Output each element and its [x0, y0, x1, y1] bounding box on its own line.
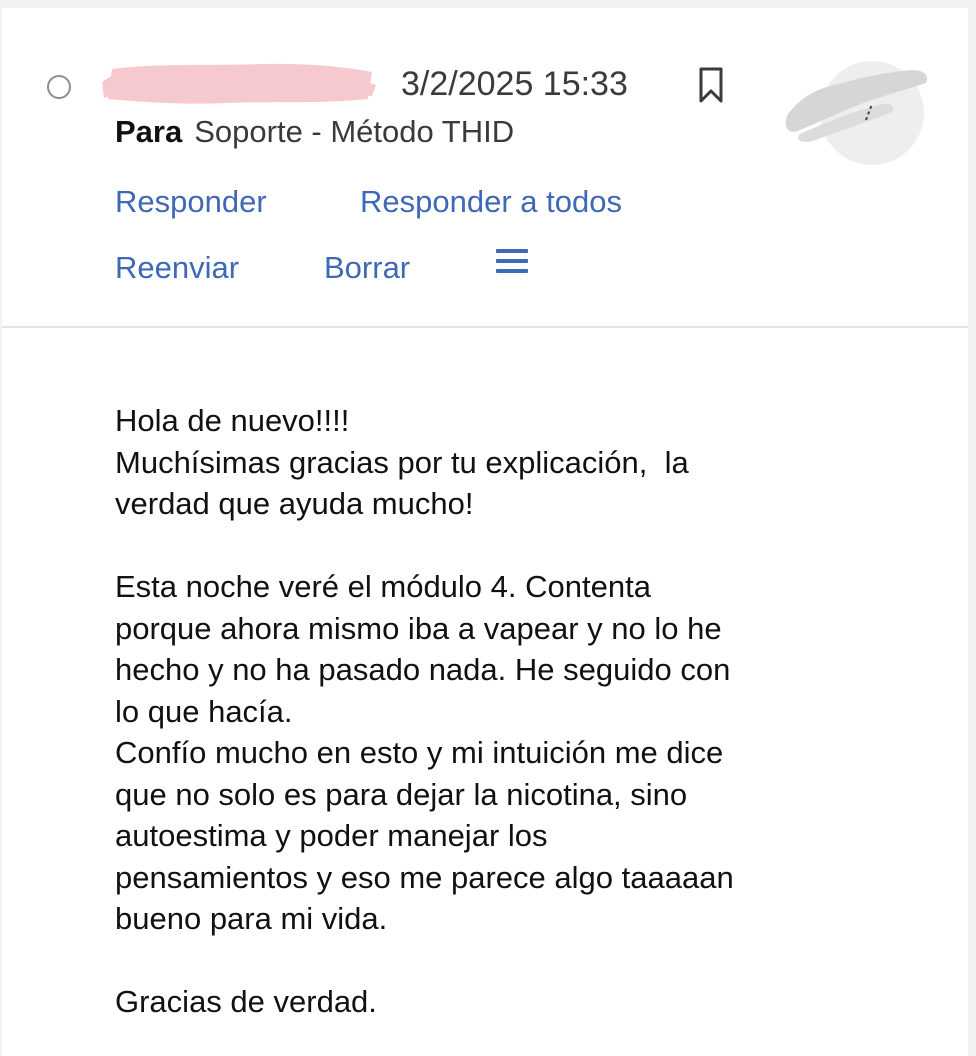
email-message: 3/2/2025 15:33 Para Soporte - Método THID…	[2, 8, 968, 1056]
message-body: Hola de nuevo!!!! Muchísimas gracias por…	[115, 400, 875, 1023]
select-circle-icon[interactable]	[47, 75, 71, 99]
recipient-name: Soporte - Método THID	[194, 114, 515, 149]
body-line: pensamientos y eso me parece algo taaaaa…	[115, 859, 734, 895]
message-timestamp: 3/2/2025 15:33	[401, 65, 628, 103]
body-line: que no solo es para dejar la nicotina, s…	[115, 776, 688, 812]
body-line: Confío mucho en esto y mi intuición me d…	[115, 735, 724, 770]
bookmark-icon[interactable]	[694, 66, 728, 104]
to-label: Para	[115, 114, 183, 149]
hamburger-menu-icon[interactable]	[496, 248, 528, 274]
message-header: 3/2/2025 15:33 Para Soporte - Método THID…	[2, 8, 968, 328]
body-line: Hola de nuevo!!!!	[115, 403, 350, 438]
body-line: autoestima y poder manejar los	[115, 818, 548, 853]
redacted-sender	[102, 63, 376, 104]
recipient-line: Para Soporte - Método THID	[115, 112, 514, 152]
reply-button[interactable]: Responder	[115, 182, 267, 222]
delete-button[interactable]: Borrar	[324, 248, 410, 288]
body-line: Muchísimas gracias por tu explicación, l…	[115, 444, 689, 480]
body-line: lo que hacía.	[115, 693, 293, 729]
body-line: porque ahora mismo iba a vapear y no lo …	[115, 610, 722, 646]
avatar[interactable]	[782, 56, 938, 168]
forward-button[interactable]: Reenviar	[115, 248, 239, 288]
body-line: verdad que ayuda mucho!	[115, 486, 474, 521]
body-line: bueno para mi vida.	[115, 901, 388, 936]
body-line: Esta noche veré el módulo 4. Contenta	[115, 569, 651, 604]
reply-all-button[interactable]: Responder a todos	[360, 182, 622, 222]
body-line: hecho y no ha pasado nada. He seguido co…	[115, 652, 731, 687]
body-line: Gracias de verdad.	[115, 984, 377, 1019]
